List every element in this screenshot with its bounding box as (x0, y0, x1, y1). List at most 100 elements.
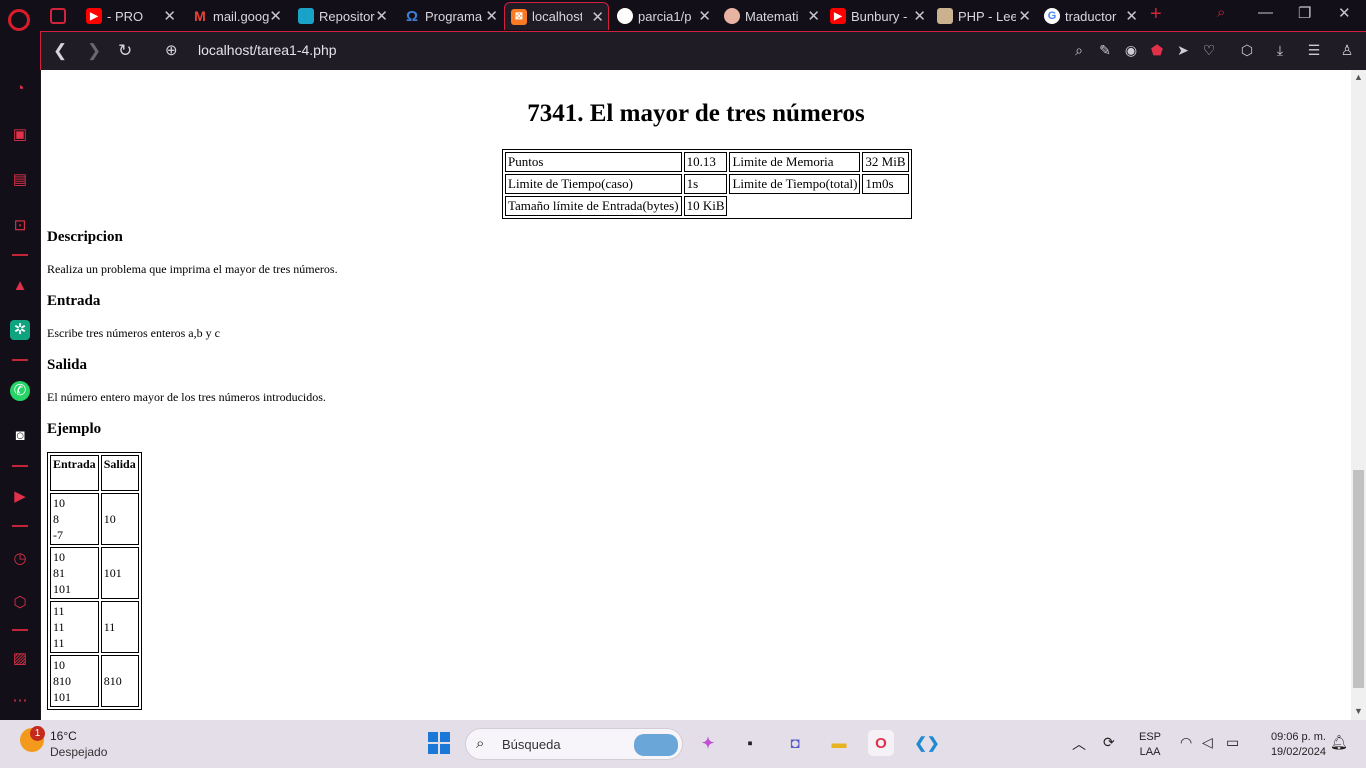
opera-logo-icon[interactable] (8, 9, 30, 31)
clock-date: 19/02/2024 (1270, 746, 1326, 758)
url-field[interactable]: localhost/tarea1-4.php (198, 42, 337, 58)
tab-title: mail.goog (213, 8, 270, 24)
reload-button[interactable]: ↻ (118, 41, 132, 61)
back-button[interactable]: ❮ (53, 41, 67, 61)
tab-localhost[interactable]: ⊠ localhost/ ✕ (504, 2, 609, 30)
sidebar-divider (12, 465, 28, 467)
heart-icon[interactable]: ♡ (1199, 40, 1219, 60)
zoom-icon[interactable]: ⌕ (1069, 40, 1089, 60)
tab-title: - PRO (107, 8, 144, 24)
edit-icon[interactable]: ✎ (1095, 40, 1115, 60)
scrollbar-thumb[interactable] (1353, 470, 1364, 688)
new-tab-button[interactable]: + (1150, 3, 1162, 26)
sidebar-divider (12, 359, 28, 361)
tray-overflow-icon[interactable]: ︿ (1072, 734, 1086, 754)
task-view-icon[interactable]: ▪ (737, 730, 763, 756)
notification-bell-icon[interactable]: 🔔︎ (1330, 734, 1348, 751)
maximize-button[interactable]: ❐ (1298, 4, 1311, 22)
language-indicator[interactable]: ESP LAA (1139, 730, 1161, 760)
volume-icon[interactable]: ◁ (1202, 734, 1213, 751)
close-tab-icon[interactable]: ✕ (1018, 7, 1031, 25)
tab-matematicas[interactable]: Matemati ✕ (718, 2, 824, 30)
close-tab-icon[interactable]: ✕ (913, 7, 926, 25)
tab-gmail[interactable]: M mail.goog ✕ (186, 2, 286, 30)
taskbar-search[interactable]: ⌕ Búsqueda (465, 728, 683, 760)
input-line: 11 (53, 620, 65, 634)
windows-start-icon[interactable] (428, 732, 450, 754)
youtube-icon: ▶ (830, 8, 846, 24)
close-tab-icon[interactable]: ✕ (1125, 7, 1138, 25)
table-cell: Limite de Memoria (729, 152, 861, 172)
minimize-button[interactable]: — (1258, 4, 1273, 21)
close-tab-icon[interactable]: ✕ (375, 7, 388, 25)
omega-icon: Ω (405, 7, 419, 25)
search-tabs-icon[interactable]: ⌕ (1217, 4, 1225, 21)
tab-youtube-pro[interactable]: ▶ - PRO ✕ (80, 2, 180, 30)
scroll-up-icon[interactable]: ▲ (1354, 72, 1363, 82)
table-cell: 1s (683, 174, 728, 194)
example-input-cell: 10 8 -7 (50, 493, 99, 545)
easy-setup-icon[interactable]: ☰ (1304, 40, 1324, 60)
adblock-shield-icon[interactable]: ⬟ (1147, 40, 1167, 60)
camera-icon[interactable]: ◉ (1121, 40, 1141, 60)
sync-icon[interactable]: ⟳ (1103, 734, 1115, 751)
output-text: El número entero mayor de los tres númer… (47, 390, 326, 404)
gallery-icon[interactable]: ▨ (10, 649, 30, 669)
site-info-icon[interactable]: ⊕ (165, 41, 178, 59)
twitch-icon[interactable]: ▤ (10, 170, 30, 190)
teams-icon[interactable]: ◘ (782, 730, 808, 756)
notification-badge: 1 (30, 726, 45, 741)
discord-icon[interactable]: ◙ (10, 426, 30, 446)
page-scrollbar[interactable]: ▲ ▼ (1351, 70, 1366, 720)
copilot-icon[interactable]: ✦ (695, 730, 721, 756)
chatgpt-icon[interactable]: ✲ (10, 320, 30, 340)
scroll-down-icon[interactable]: ▼ (1354, 706, 1363, 716)
opera-gx-taskbar-icon[interactable]: O (868, 730, 894, 756)
tab-traductor[interactable]: G traductor ✕ (1038, 2, 1142, 30)
bag-icon[interactable]: ▣ (10, 125, 30, 145)
github-icon (617, 8, 633, 24)
close-tab-icon[interactable]: ✕ (698, 7, 711, 25)
table-row: Puntos 10.13 Limite de Memoria 32 MiB (505, 152, 909, 172)
tab-gx[interactable] (44, 2, 82, 30)
more-icon[interactable]: ⋯ (10, 691, 30, 711)
input-line: 10 (53, 550, 65, 564)
history-icon[interactable]: ◷ (10, 549, 30, 569)
example-input-cell: 11 11 11 (50, 601, 99, 653)
close-window-button[interactable]: ✕ (1338, 4, 1351, 22)
tab-github[interactable]: parcia1/p ✕ (611, 2, 715, 30)
vscode-icon[interactable]: ❮❯ (914, 730, 940, 756)
tab-php[interactable]: PHP - Lee ✕ (931, 2, 1035, 30)
page-title: 7341. El mayor de tres números (527, 100, 865, 127)
windows-taskbar: 1 16°C Despejado ⌕ Búsqueda ✦ ▪ ◘ ▬ O ❮❯… (0, 720, 1366, 768)
pig-icon (724, 8, 740, 24)
tab-programa[interactable]: Ω Programa ✕ (398, 2, 502, 30)
player-icon[interactable]: ▶ (10, 487, 30, 507)
speed-dial-icon[interactable]: ◔ (10, 79, 30, 99)
weather-condition[interactable]: Despejado (50, 745, 107, 759)
tab-bunbury[interactable]: ▶ Bunbury - ✕ (824, 2, 930, 30)
hardware-icon[interactable]: ⊡ (10, 216, 30, 236)
cube-icon[interactable]: ⬡ (10, 593, 30, 613)
table-cell: Puntos (505, 152, 682, 172)
aria-icon[interactable]: ▲ (10, 276, 30, 296)
send-icon[interactable]: ➤ (1173, 40, 1193, 60)
example-output-cell: 11 (100, 601, 139, 653)
whatsapp-icon[interactable]: ✆ (10, 381, 30, 401)
close-tab-icon[interactable]: ✕ (485, 7, 498, 25)
weather-temperature[interactable]: 16°C (50, 729, 77, 743)
close-tab-icon[interactable]: ✕ (163, 7, 176, 25)
wifi-icon[interactable]: ◠ (1180, 734, 1192, 751)
profile-icon[interactable]: ♙ (1337, 40, 1357, 60)
tab-title: Bunbury - (851, 8, 908, 24)
battery-icon[interactable]: ▭ (1226, 734, 1239, 751)
system-clock[interactable]: 09:06 p. m. 19/02/2024 (1258, 730, 1326, 760)
close-tab-icon[interactable]: ✕ (591, 8, 604, 26)
download-icon[interactable]: ⤓ (1270, 40, 1290, 60)
close-tab-icon[interactable]: ✕ (269, 7, 282, 25)
close-tab-icon[interactable]: ✕ (807, 7, 820, 25)
forward-button[interactable]: ❯ (87, 41, 101, 61)
file-explorer-icon[interactable]: ▬ (826, 730, 852, 756)
cube-icon[interactable]: ⬡ (1237, 40, 1257, 60)
tab-repositorio[interactable]: Repositor ✕ (292, 2, 392, 30)
